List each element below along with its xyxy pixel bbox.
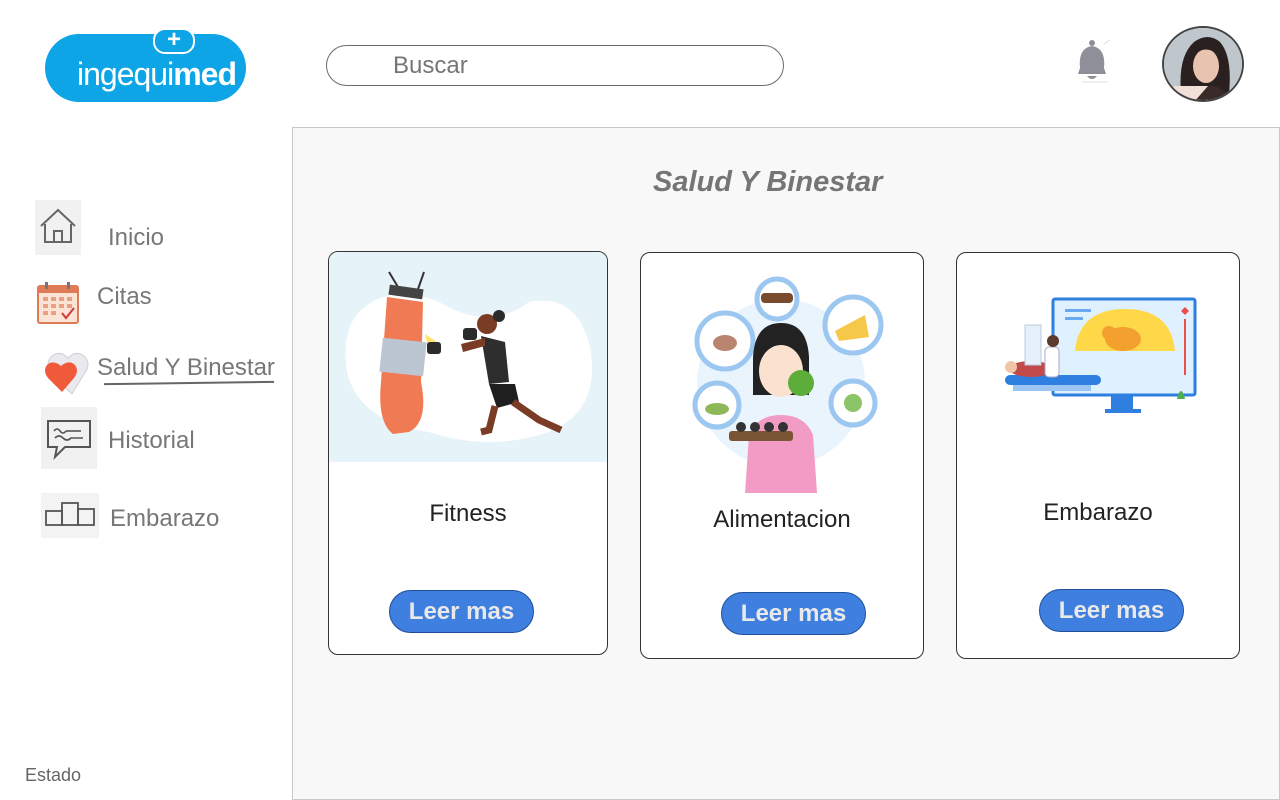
- card-fitness[interactable]: Fitness Leer mas: [328, 251, 608, 655]
- chat-icon: [41, 407, 97, 469]
- boxing-illustration: [329, 252, 607, 462]
- sidebar-item-label: Salud Y Binestar: [97, 354, 275, 381]
- ultrasound-illustration: [1001, 295, 1201, 419]
- page-title: Salud Y Binestar: [653, 166, 883, 198]
- search-bar[interactable]: [326, 45, 784, 86]
- read-more-button[interactable]: Leer mas: [1039, 589, 1184, 632]
- sidebar-item-inicio[interactable]: Inicio: [34, 199, 234, 259]
- logo-text: ingequimed: [77, 56, 237, 92]
- status-label: Estado: [25, 765, 82, 785]
- card-embarazo[interactable]: Embarazo Leer mas: [956, 252, 1240, 659]
- logo-bubble-icon: +: [153, 28, 195, 54]
- read-more-button[interactable]: Leer mas: [721, 592, 866, 635]
- read-more-button[interactable]: Leer mas: [389, 590, 534, 633]
- user-avatar[interactable]: [1162, 26, 1244, 102]
- heart-icon: [42, 348, 94, 398]
- card-title: Fitness: [429, 500, 507, 527]
- sidebar-item-historial[interactable]: Historial: [40, 406, 240, 470]
- brand-logo[interactable]: + ingequimed: [45, 28, 246, 102]
- calendar-icon: [36, 281, 82, 325]
- card-alimentacion[interactable]: Alimentacion Leer mas: [640, 252, 924, 659]
- home-icon: [35, 200, 81, 255]
- bell-icon[interactable]: [1074, 38, 1114, 88]
- card-title: Alimentacion: [713, 506, 851, 533]
- sidebar-item-label: Inicio: [108, 224, 165, 251]
- sidebar-item-citas[interactable]: Citas: [34, 278, 234, 328]
- sidebar-item-label: Historial: [108, 427, 195, 454]
- sidebar-item-label: Embarazo: [110, 505, 220, 532]
- sidebar-item-salud-y-binestar[interactable]: Salud Y Binestar: [40, 348, 280, 400]
- healthy-food-illustration: [669, 275, 899, 493]
- search-input[interactable]: [393, 50, 763, 82]
- logo-text-bold: med: [173, 56, 237, 92]
- card-title: Embarazo: [1043, 499, 1153, 526]
- sidebar-item-label: Citas: [97, 283, 152, 310]
- podium-icon: [41, 493, 99, 538]
- sidebar-item-embarazo[interactable]: Embarazo: [40, 493, 240, 541]
- logo-text-light: ingequi: [77, 56, 174, 92]
